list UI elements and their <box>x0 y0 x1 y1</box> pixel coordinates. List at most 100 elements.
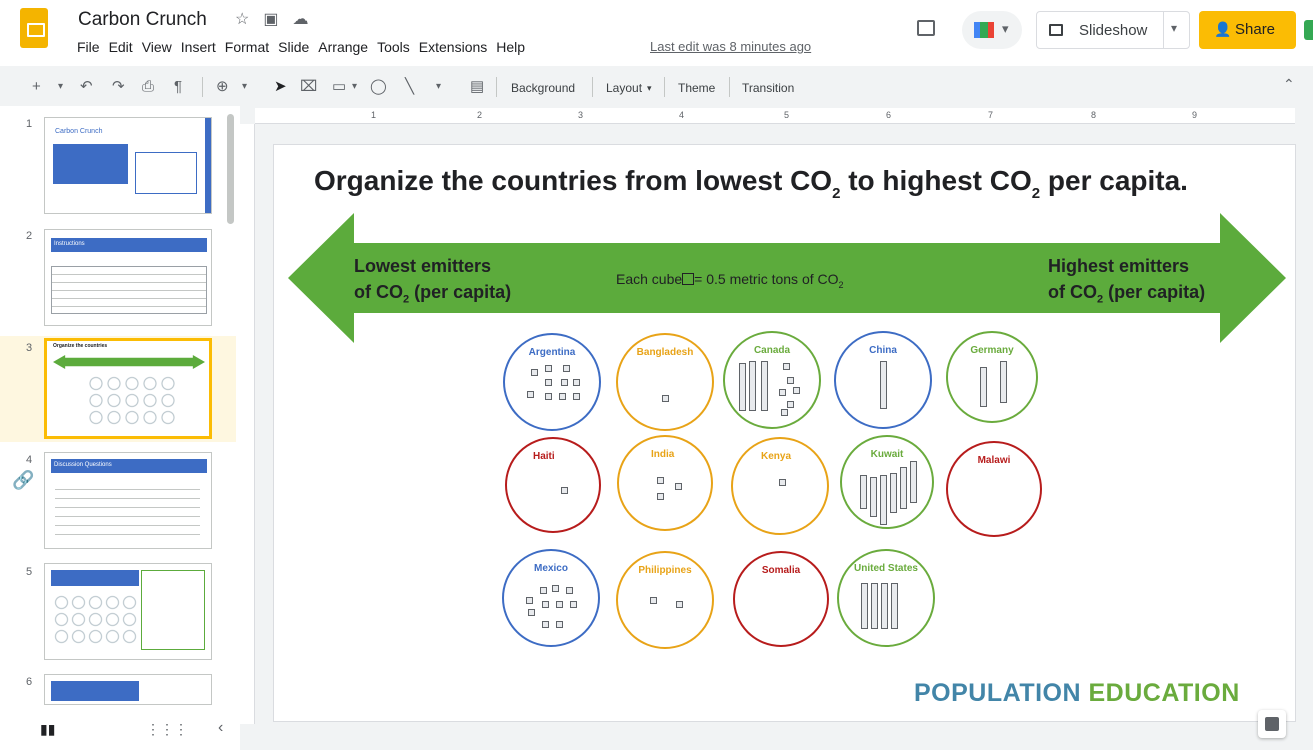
vertical-ruler[interactable] <box>240 124 255 724</box>
label-line: Lowest emitters <box>354 256 492 276</box>
country-circle-philippines[interactable]: Philippines <box>616 551 714 649</box>
cube <box>531 369 538 376</box>
slide-thumbnail-1[interactable]: Carbon Crunch <box>44 117 212 214</box>
highest-emitters-label[interactable]: Highest emitters of CO2 (per capita) <box>1048 253 1205 313</box>
zoom-dropdown-icon[interactable]: ▾ <box>242 78 247 96</box>
cube <box>542 601 549 608</box>
cube-stack <box>880 475 887 525</box>
new-slide-icon[interactable]: + <box>32 78 41 96</box>
lock-person-icon: 👤 <box>1214 21 1232 37</box>
menu-insert[interactable]: Insert <box>181 39 216 55</box>
country-circle-kuwait[interactable]: Kuwait <box>840 435 934 529</box>
slide-thumbnail-3[interactable]: Organize the countries <box>44 338 212 439</box>
filmstrip-view-icon[interactable]: ▮▮ <box>40 721 55 738</box>
country-circle-haiti[interactable]: Haiti <box>505 437 601 533</box>
country-circle-bangladesh[interactable]: Bangladesh <box>616 333 714 431</box>
slide[interactable]: Organize the countries from lowest CO 2 t… <box>273 144 1296 722</box>
collapse-panel-icon[interactable]: ‹ <box>218 719 223 737</box>
thumb-title: Organize the countries <box>53 343 108 349</box>
country-circle-united-states[interactable]: United States <box>837 549 935 647</box>
slide-thumbnail-4[interactable]: Discussion Questions <box>44 452 212 549</box>
cube <box>787 401 794 408</box>
slide-thumbnail-5[interactable] <box>44 563 212 660</box>
background-button[interactable]: Background <box>511 79 575 97</box>
cloud-status-icon[interactable]: ☁ <box>292 9 308 29</box>
slides-logo-icon[interactable] <box>20 8 48 48</box>
zoom-icon[interactable]: ⊕ <box>216 78 229 96</box>
shape-icon[interactable]: ◯ <box>370 78 387 96</box>
country-circle-canada[interactable]: Canada <box>723 331 821 429</box>
label-text: of CO <box>354 282 403 302</box>
cube <box>528 609 535 616</box>
slideshow-button[interactable]: Slideshow ▾ <box>1036 11 1190 49</box>
document-title[interactable]: Carbon Crunch <box>78 9 207 31</box>
country-circle-india[interactable]: India <box>617 435 713 531</box>
share-button[interactable]: 👤 Share <box>1199 11 1296 49</box>
cube <box>657 493 664 500</box>
print-icon[interactable]: ⎙ <box>142 78 154 96</box>
country-circle-somalia[interactable]: Somalia <box>733 551 829 647</box>
slide-number: 2 <box>26 230 33 242</box>
slide-thumbnail-6[interactable] <box>44 674 212 705</box>
cube-stack <box>749 361 756 411</box>
menu-slide[interactable]: Slide <box>278 39 309 55</box>
new-slide-dropdown-icon[interactable]: ▾ <box>58 78 63 96</box>
ruler-mark: 9 <box>1192 110 1198 120</box>
meet-button[interactable]: ▾ <box>962 11 1022 49</box>
cube <box>779 389 786 396</box>
comment-icon[interactable]: ▤ <box>470 78 484 96</box>
menu-tools[interactable]: Tools <box>377 39 410 55</box>
comment-history-icon[interactable] <box>917 20 935 36</box>
transition-button[interactable]: Transition <box>742 79 794 97</box>
link-icon[interactable]: 🔗 <box>12 470 34 491</box>
top-bar: Carbon Crunch ☆ ▣ ☁ File Edit View Inser… <box>0 0 1313 66</box>
slideshow-dropdown-icon[interactable]: ▾ <box>1171 21 1177 35</box>
undo-icon[interactable]: ↶ <box>80 78 93 96</box>
image-dropdown-icon[interactable]: ▾ <box>352 78 357 96</box>
cube <box>559 393 566 400</box>
menu-file[interactable]: File <box>77 39 100 55</box>
select-cursor-icon[interactable]: ➤ <box>274 78 287 96</box>
menu-format[interactable]: Format <box>225 39 269 55</box>
cube-stack <box>980 367 987 407</box>
paint-format-icon[interactable]: ¶ <box>174 78 182 96</box>
star-icon[interactable]: ☆ <box>235 9 249 29</box>
line-dropdown-icon[interactable]: ▾ <box>436 78 441 96</box>
country-name: India <box>651 449 675 460</box>
layout-button[interactable]: Layout <box>606 79 642 97</box>
slide-title[interactable]: Organize the countries from lowest CO 2 t… <box>314 165 1188 202</box>
theme-button[interactable]: Theme <box>678 79 715 97</box>
cube <box>779 479 786 486</box>
menu-arrange[interactable]: Arrange <box>318 39 368 55</box>
menu-edit[interactable]: Edit <box>109 39 133 55</box>
country-circle-mexico[interactable]: Mexico <box>502 549 600 647</box>
filmstrip-scrollbar[interactable] <box>227 114 234 224</box>
collapse-toolbar-icon[interactable]: ⌃ <box>1283 76 1295 93</box>
last-edit-link[interactable]: Last edit was 8 minutes ago <box>650 39 811 54</box>
menu-extensions[interactable]: Extensions <box>419 39 487 55</box>
slide-number: 3 <box>26 342 33 354</box>
layout-dropdown-icon[interactable]: ▾ <box>647 79 652 97</box>
slide-thumbnail-2[interactable]: Instructions <box>44 229 212 326</box>
image-icon[interactable]: ▭ <box>332 78 346 96</box>
country-circle-germany[interactable]: Germany <box>946 331 1038 423</box>
avatar[interactable] <box>1304 20 1313 40</box>
move-folder-icon[interactable]: ▣ <box>263 9 278 29</box>
country-circle-argentina[interactable]: Argentina <box>503 333 601 431</box>
redo-icon[interactable]: ↷ <box>112 78 125 96</box>
lowest-emitters-label[interactable]: Lowest emitters of CO2 (per capita) <box>354 253 511 313</box>
country-name: Canada <box>753 345 791 356</box>
menu-view[interactable]: View <box>142 39 172 55</box>
line-icon[interactable]: ╲ <box>405 78 414 96</box>
horizontal-ruler[interactable]: 1 2 3 4 5 6 7 8 9 <box>255 108 1295 124</box>
grid-view-icon[interactable]: ⋮⋮⋮ <box>146 721 188 738</box>
country-circle-kenya[interactable]: Kenya <box>731 437 829 535</box>
menu-help[interactable]: Help <box>496 39 525 55</box>
meet-icon <box>974 22 994 38</box>
country-circle-malawi[interactable]: Malawi <box>946 441 1042 537</box>
country-circle-china[interactable]: China <box>834 331 932 429</box>
cube-legend[interactable]: Each cube = 0.5 metric tons of CO2 <box>616 271 844 290</box>
menu-bar: File Edit View Insert Format Slide Arran… <box>77 39 534 55</box>
text-box-icon[interactable]: ⌧ <box>300 78 317 96</box>
explore-button[interactable] <box>1258 710 1286 738</box>
